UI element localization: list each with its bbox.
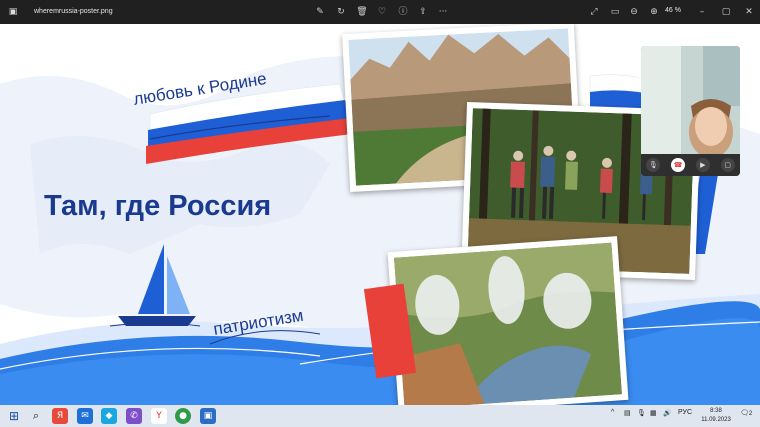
network-icon[interactable]: ▦ xyxy=(650,409,657,417)
mic-icon[interactable]: 🎙 xyxy=(646,158,661,172)
zoom-level: 46 % xyxy=(665,7,681,14)
favorite-icon[interactable]: ♡ xyxy=(374,4,390,20)
call-controls: 🎙 ☎ ▶ ▢ xyxy=(641,154,740,176)
clock-date: 11.09.2023 xyxy=(701,417,731,423)
photos-icon[interactable]: ▣ xyxy=(200,408,216,424)
video-call-window[interactable]: 🎙 ☎ ▶ ▢ xyxy=(641,46,740,176)
webcam-feed xyxy=(641,46,740,158)
photos-app-icon: ▣ xyxy=(8,7,18,17)
taskbar: ⊞ ⌕ Я ✉ ◆ ✆ Y ● ▣ ^ ▤ 🎙 ▦ 🔊 РУС 8:38 11.… xyxy=(0,405,760,427)
image-canvas[interactable]: любовь к Родине Там, где Россия патриоти… xyxy=(0,24,760,405)
rotate-icon[interactable]: ↻ xyxy=(333,4,349,20)
zoom-in-icon[interactable]: ⊕ xyxy=(646,4,662,20)
share-icon[interactable]: ⇪ xyxy=(415,4,431,20)
yandex-icon[interactable]: Я xyxy=(52,408,68,424)
delete-icon[interactable]: 🗑 xyxy=(354,4,370,20)
search-icon[interactable]: ⌕ xyxy=(28,408,44,424)
viber-icon[interactable]: ✆ xyxy=(126,408,142,424)
volume-icon[interactable]: 🔊 xyxy=(663,409,672,417)
camera-icon[interactable]: ▶ xyxy=(695,158,710,172)
tray-app-icon[interactable]: ▤ xyxy=(624,409,631,417)
fit-window-icon[interactable]: ▭ xyxy=(607,4,623,20)
photo-viewer-window: ▣ wheremrussia-poster.png ✎ ↻ 🗑 ♡ ⓘ ⇪ ··… xyxy=(0,0,760,427)
title-bar: ▣ wheremrussia-poster.png ✎ ↻ 🗑 ♡ ⓘ ⇪ ··… xyxy=(0,0,760,24)
chat-icon[interactable]: ◆ xyxy=(101,408,117,424)
share-icon[interactable]: ▢ xyxy=(720,158,735,172)
notifications-icon[interactable]: 🗨2 xyxy=(740,409,752,417)
poster-headline: Там, где Россия xyxy=(44,190,272,222)
close-button[interactable]: ✕ xyxy=(741,4,757,20)
start-icon[interactable]: ⊞ xyxy=(6,408,22,424)
zoom-out-icon[interactable]: ⊖ xyxy=(626,4,642,20)
tray-expand-icon[interactable]: ^ xyxy=(611,409,614,416)
clock-time: 8:38 xyxy=(710,408,722,414)
language-indicator[interactable]: РУС xyxy=(678,409,692,416)
clock[interactable]: 8:38 11.09.2023 xyxy=(701,407,731,425)
microphone-icon[interactable]: 🎙 xyxy=(637,409,646,417)
minimize-button[interactable]: – xyxy=(694,4,710,20)
yandex-browser-icon[interactable]: Y xyxy=(151,408,167,424)
edit-icon[interactable]: ✎ xyxy=(312,4,328,20)
photo-geyser-valley xyxy=(387,236,629,405)
notification-count: 2 xyxy=(748,411,753,417)
hangup-icon[interactable]: ☎ xyxy=(671,158,686,172)
file-name: wheremrussia-poster.png xyxy=(34,8,113,15)
info-icon[interactable]: ⓘ xyxy=(395,4,411,20)
mail-icon[interactable]: ✉ xyxy=(77,408,93,424)
fullscreen-icon[interactable]: ⤢ xyxy=(586,4,602,20)
chrome-icon[interactable]: ● xyxy=(175,408,191,424)
maximize-button[interactable]: ▢ xyxy=(718,4,734,20)
more-icon[interactable]: ··· xyxy=(435,4,451,20)
